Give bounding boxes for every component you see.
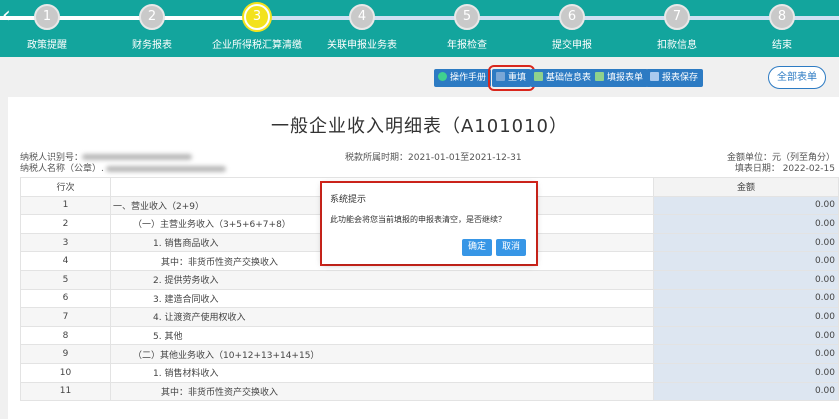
step-label: 企业所得税汇算清缴 [212, 40, 302, 51]
row-index: 11 [20, 381, 111, 402]
table-row: 8 5. 其他 0.00 [20, 325, 839, 346]
step-number: 8 [769, 4, 795, 30]
step-label: 关联申报业务表 [327, 40, 397, 51]
question-circle-icon [438, 72, 447, 81]
step-4[interactable]: 4 关联申报业务表 [314, 4, 410, 51]
row-index: 4 [20, 251, 111, 271]
step-number: 3 [244, 4, 270, 30]
row-index: 7 [20, 307, 111, 327]
step-number: 1 [34, 4, 60, 30]
step-6[interactable]: 6 提交申报 [524, 4, 620, 51]
taxpayer-name-label: 纳税人名称（公章）. [20, 164, 104, 174]
step-number: 2 [139, 4, 165, 30]
step-label: 政策提醒 [27, 40, 67, 51]
page-title: 一般企业收入明细表（A101010） [270, 116, 569, 137]
taxpayer-id-label: 纳税人识别号： [20, 153, 84, 163]
row-amount-cell[interactable]: 0.00 [653, 269, 839, 290]
refill-button[interactable]: 重填 [487, 65, 536, 91]
row-index: 10 [20, 362, 111, 383]
table-row: 9 （二）其他业务收入（10+12+13+14+15） 0.00 [20, 344, 839, 364]
table-row: 7 4. 让渡资产使用权收入 0.00 [20, 307, 839, 327]
table-icon [595, 72, 604, 81]
row-amount-cell[interactable]: 0.00 [653, 307, 839, 327]
system-prompt-dialog: 系统提示 此功能会将您当前填报的申报表清空，是否继续？ 确定 取消 [322, 183, 536, 264]
row-amount-cell[interactable]: 0.00 [653, 325, 839, 346]
refresh-icon [496, 72, 505, 81]
step-label: 扣款信息 [657, 40, 697, 51]
row-item-name: 1. 销售材料收入 [110, 362, 654, 383]
save-icon [650, 72, 659, 81]
step-8[interactable]: 8 结束 [734, 4, 830, 51]
row-item-name: 2. 提供劳务收入 [110, 269, 654, 290]
table-row: 6 3. 建造合同收入 0.00 [20, 288, 839, 309]
row-amount-cell[interactable]: 0.00 [653, 251, 839, 271]
step-number: 6 [559, 4, 585, 30]
redacted-taxpayer-name [106, 166, 226, 172]
row-index: 9 [20, 344, 111, 364]
step-3[interactable]: 3 企业所得税汇算清缴 [209, 4, 305, 51]
col-amount-header: 金额 [653, 177, 839, 197]
save-report-button[interactable]: 报表保存 [646, 69, 704, 87]
progress-stepper: ‹ 1 政策提醒 2 财务报表 3 企业所得税汇算清缴 4 关联申报业务表 5 年报检查 6 提交申报… [0, 0, 839, 57]
table-row: 5 2. 提供劳务收入 0.00 [20, 269, 839, 290]
amount-unit: 金额单位：元（列至角分） [726, 153, 835, 163]
row-amount-cell[interactable]: 0.00 [653, 381, 839, 402]
row-item-name: 4. 让渡资产使用权收入 [110, 307, 654, 327]
table-row: 10 1. 销售材料收入 0.00 [20, 362, 839, 383]
step-2[interactable]: 2 财务报表 [104, 4, 200, 51]
step-number: 7 [664, 4, 690, 30]
confirm-button[interactable]: 确定 [462, 239, 493, 256]
row-amount-cell[interactable]: 0.00 [653, 288, 839, 309]
col-index-header: 行次 [20, 177, 111, 197]
row-index: 6 [20, 288, 111, 309]
row-item-name: （二）其他业务收入（10+12+13+14+15） [110, 344, 654, 364]
row-amount-cell[interactable]: 0.00 [653, 195, 839, 216]
toolbar: 操作手册 重填 基础信息表 填报表单 报表保存 全部表单 [0, 57, 839, 97]
step-label: 财务报表 [132, 40, 172, 51]
row-item-name: 其中：非货币性资产交换收入 [110, 381, 654, 402]
row-index: 1 [20, 195, 111, 216]
step-number: 5 [454, 4, 480, 30]
row-index: 2 [20, 214, 111, 234]
table-row: 11 其中：非货币性资产交换收入 0.00 [20, 381, 839, 402]
table-icon [534, 72, 543, 81]
step-5[interactable]: 5 年报检查 [419, 4, 515, 51]
dialog-message: 此功能会将您当前填报的申报表清空，是否继续？ [330, 215, 506, 224]
row-index: 8 [20, 325, 111, 346]
fill-form-button[interactable]: 填报表单 [591, 69, 649, 87]
row-amount-cell[interactable]: 0.00 [653, 214, 839, 234]
step-label: 结束 [772, 40, 792, 51]
basic-info-button[interactable]: 基础信息表 [530, 69, 597, 87]
step-1[interactable]: 1 政策提醒 [0, 4, 95, 51]
row-index: 5 [20, 269, 111, 290]
step-label: 提交申报 [552, 40, 592, 51]
all-forms-button[interactable]: 全部表单 [768, 66, 826, 89]
dialog-title: 系统提示 [330, 195, 367, 205]
manual-button[interactable]: 操作手册 [434, 69, 492, 87]
step-7[interactable]: 7 扣款信息 [629, 4, 725, 51]
redacted-taxpayer-id [82, 154, 192, 160]
row-amount-cell[interactable]: 0.00 [653, 344, 839, 364]
cancel-button[interactable]: 取消 [496, 239, 527, 256]
step-number: 4 [349, 4, 375, 30]
row-item-name: 5. 其他 [110, 325, 654, 346]
tax-period: 税款所属时期：2021-01-01至2021-12-31 [345, 153, 522, 163]
row-item-name: 3. 建造合同收入 [110, 288, 654, 309]
step-label: 年报检查 [447, 40, 487, 51]
row-index: 3 [20, 232, 111, 253]
fill-date: 填表日期： 2022-02-15 [734, 164, 835, 174]
row-amount-cell[interactable]: 0.00 [653, 232, 839, 253]
row-amount-cell[interactable]: 0.00 [653, 362, 839, 383]
